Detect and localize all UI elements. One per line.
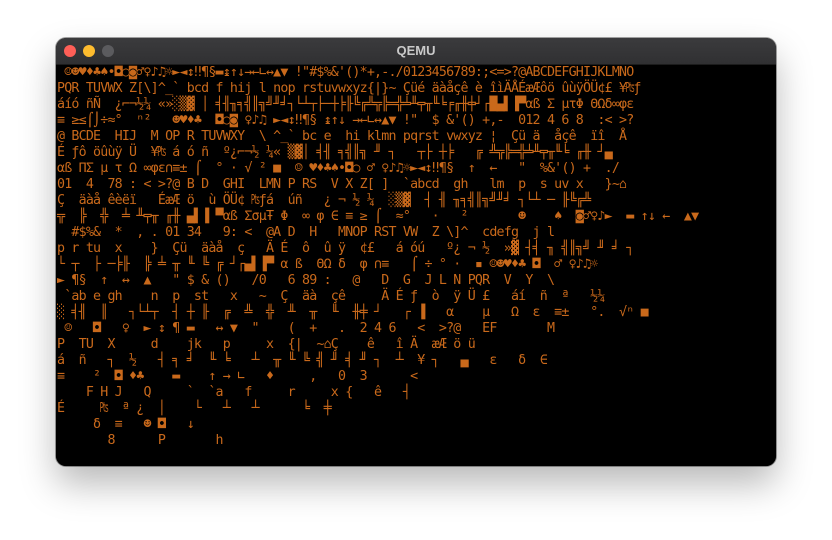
text-line: αß ΠΣ µ τ Ω ∞φε∩≡± ⌠ ° · √ ² ■ ☺ ♥♦♣♠•◘○… (57, 161, 620, 176)
text-line: É ƒô öûùÿ Ü ¥₧ á ó ñ º¿⌐¬½ ¼« ▒▓│ ╡╢ ╕╣║… (57, 145, 613, 160)
text-line: P TU X d jk p x {| ~⌂Ç ê î Ä æÆ ö ü (57, 337, 476, 352)
text-line: ≡ ² ◘ ♦♣ ▬ ↑ → ∟ ♦ , 0 3 < (57, 369, 418, 384)
text-line: 01 4 78 : < >?@ B D GHI LMN P RS V X Z[ … (57, 177, 627, 192)
text-line: Ç äàå êèëï ÉæÆ ö ù ÖÜ¢ ₧ƒá úñ ¿ ¬ ½ ¼ ░▒… (57, 193, 591, 208)
text-line: ☺☻♥♦♣♠•◘○◙♂♀♪♫☼►◄↕‼¶§▬↨↑↓→←∟↔▲▼ !"#$%&'(… (57, 65, 634, 80)
vga-text-display[interactable]: ☺☻♥♦♣♠•◘○◙♂♀♪♫☼►◄↕‼¶§▬↨↑↓→←∟↔▲▼ !"#$%&'(… (56, 65, 776, 466)
text-line: áíó ñÑ ¿⌐¬½¼ «»░▒▓ │ ╡╢╖╕╣║╗╝╜╛┐└┴┬├─┼╞╟… (57, 97, 634, 112)
text-line: PQR TUVWX Z[\]^_` bcd f hij l nop rstuvw… (57, 81, 641, 96)
text-line: 8 P h (57, 433, 223, 448)
text-line: @ BCDE HIJ M OP R TUVWXY \ ^_` bc e hi k… (57, 129, 627, 144)
text-line: ☺ ◘ ♀ ► ↕ ¶ ▬ ↔ ▼ " ( + . 2 4 6 < >?@ EF… (57, 321, 555, 336)
text-line: F H J Q ` `a f r x { ê ┤ (57, 385, 411, 400)
title-bar[interactable]: QEMU (56, 38, 776, 65)
text-line: á ñ ┐ ½ ┤ ╕ ╛ ╙ ╘ ┴ ╥ ╙ ╚ ╣ ╜ ╡ ╜ ┐ ┴ ¥ … (57, 353, 548, 368)
window-title: QEMU (396, 43, 436, 58)
text-line: ╦ ╠ ╬ ╧ ╨╤╥ ╓╫ ▄▌▐ ▀αß ΣσµŦ Φ ∞ φ ∈ ≡ ≥ … (57, 209, 699, 224)
text-line: É ₧ ª ¿ │ └ ┴ ┴ ╘ ╪ (57, 401, 332, 416)
text-line: ░ ╡╢ ║ ┐└┴┬ ┤ ┼ ╟ ╔ ╩ ╬ ╨ ╥ ╙ ╫╪ ┘ ┌ ▐ α… (57, 305, 649, 320)
vga-text-output: ☺☻♥♦♣♠•◘○◙♂♀♪♫☼►◄↕‼¶§▬↨↑↓→←∟↔▲▼ !"#$%&'(… (56, 65, 776, 466)
text-line: ≡ ≥≤⌠⌡÷≈° ⁿ² ☻♥♦♣ ◘○◙ ♀♪♫ ►◄↕‼¶§ ↨↑↓ →←∟… (57, 113, 634, 128)
text-line: p r tu x } Çü äàå ç Ä É ô û ÿ ¢£ á óú º¿… (57, 241, 634, 256)
text-line: ► ¶§ ↑ ↔ ▲ " $ & () /0 6 89 : @ D G J L … (57, 273, 555, 288)
qemu-window: QEMU ☺☻♥♦♣♠•◘○◙♂♀♪♫☼►◄↕‼¶§▬↨↑↓→←∟↔▲▼ !"#… (56, 38, 776, 466)
text-line: #$%& * , . 01 34 9: < @A D H MNOP RST VW… (57, 225, 555, 240)
text-line: `ab e gh n p st x ~ Ç äà çê Ä É ƒ ò ÿ Ü … (57, 289, 605, 304)
text-line: δ ≡ ☻ ◘ ↓ (57, 417, 195, 432)
text-line: └ ┬ ├ ─╞╟ ╠ ╧ ╥ ╙ ╚ ╔ ┘┌▄▌▐▀ α ß ΘΩ δ φ … (57, 257, 598, 272)
